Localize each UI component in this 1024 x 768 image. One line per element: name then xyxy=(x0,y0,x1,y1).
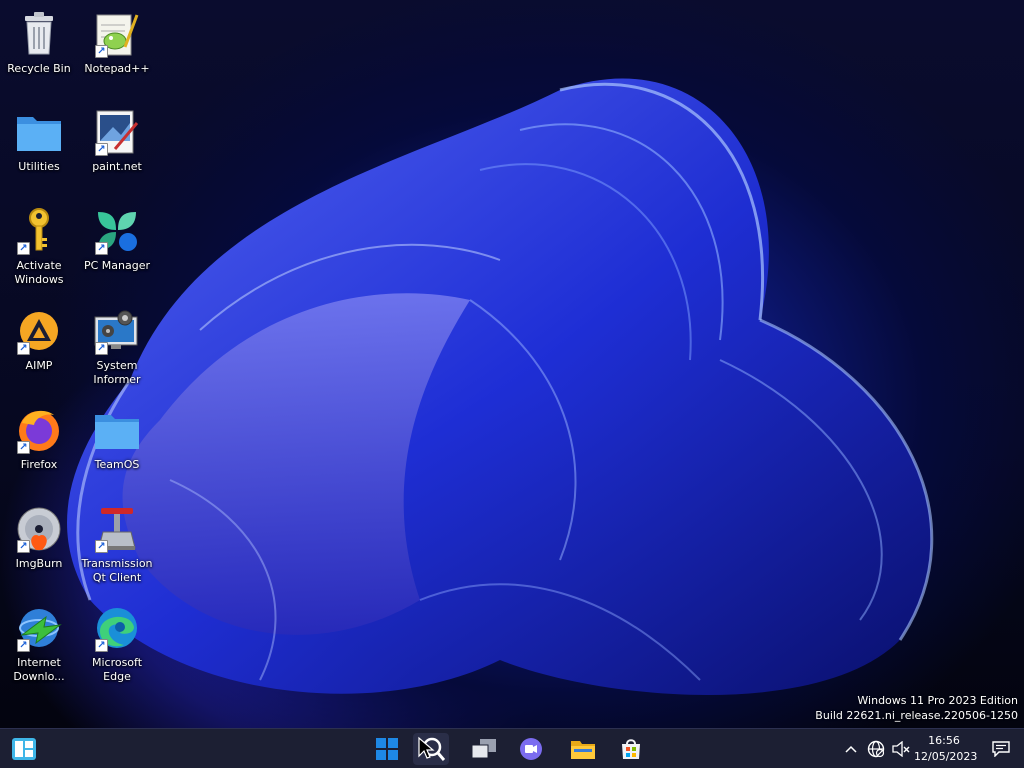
shortcut-arrow-icon: ↗ xyxy=(95,143,108,156)
desktop-icon-imgburn[interactable]: ↗ ImgBurn xyxy=(1,501,77,591)
key-icon: ↗ xyxy=(15,207,63,255)
watermark-edition: Windows 11 Pro 2023 Edition xyxy=(857,694,1018,707)
desktop-icon-teamos[interactable]: TeamOS xyxy=(79,402,155,492)
file-explorer-button[interactable] xyxy=(565,733,601,765)
notification-center-button[interactable] xyxy=(990,737,1012,761)
desktop-icon-activate-windows[interactable]: ↗ Activate Windows xyxy=(1,203,77,293)
microsoft-store-icon xyxy=(622,739,640,759)
internet-download-manager-icon: ↗ xyxy=(15,604,63,652)
shortcut-arrow-icon: ↗ xyxy=(95,342,108,355)
notepad-plus-plus-icon: ↗ xyxy=(93,10,141,58)
desktop-icon-label: TeamOS xyxy=(94,458,140,471)
volume-button[interactable] xyxy=(891,737,911,761)
shortcut-arrow-icon: ↗ xyxy=(17,342,30,355)
pc-manager-icon: ↗ xyxy=(93,207,141,255)
desktop-icon-label: Microsoft Edge xyxy=(91,656,143,683)
notification-icon xyxy=(992,741,1010,757)
desktop-icon-system-informer[interactable]: ↗ System Informer xyxy=(79,303,155,393)
firefox-icon: ↗ xyxy=(15,406,63,454)
chevron-up-icon xyxy=(845,745,857,753)
desktop-icon-label: Notepad++ xyxy=(84,62,150,75)
clock-date: 12/05/2023 xyxy=(914,750,978,763)
aimp-icon: ↗ xyxy=(15,307,63,355)
clock-time: 16:56 xyxy=(928,734,960,747)
desktop-icon-label: Internet Downlo... xyxy=(13,656,65,683)
desktop-icon-label: PC Manager xyxy=(83,259,151,272)
widgets-icon xyxy=(12,738,36,760)
search-icon xyxy=(418,736,445,761)
shortcut-arrow-icon: ↗ xyxy=(95,45,108,58)
network-button[interactable] xyxy=(866,737,886,761)
task-view-button[interactable] xyxy=(466,733,502,765)
start-icon xyxy=(376,738,398,760)
show-hidden-icons-button[interactable] xyxy=(843,737,859,761)
start-button[interactable] xyxy=(369,733,405,765)
chat-button[interactable] xyxy=(513,733,549,765)
desktop-icon-label: ImgBurn xyxy=(15,557,63,570)
volume-muted-icon xyxy=(892,741,910,757)
system-informer-icon: ↗ xyxy=(93,307,141,355)
file-explorer-icon xyxy=(571,741,595,759)
paint-net-icon: ↗ xyxy=(93,108,141,156)
desktop-icon-notepad-plus-plus[interactable]: ↗ Notepad++ xyxy=(79,6,155,96)
folder-icon xyxy=(93,406,141,454)
shortcut-arrow-icon: ↗ xyxy=(17,242,30,255)
network-icon xyxy=(867,740,885,758)
windows-edition-watermark: Windows 11 Pro 2023 Edition Build 22621.… xyxy=(815,693,1018,723)
desktop-icon-label: Utilities xyxy=(18,160,60,173)
desktop-icon-label: Recycle Bin xyxy=(7,62,71,75)
desktop-icon-aimp[interactable]: ↗ AIMP xyxy=(1,303,77,393)
desktop-icon-internet-download-manager[interactable]: ↗ Internet Downlo... xyxy=(1,600,77,690)
shortcut-arrow-icon: ↗ xyxy=(17,441,30,454)
desktop-icon-firefox[interactable]: ↗ Firefox xyxy=(1,402,77,492)
desktop-icon-recycle-bin[interactable]: Recycle Bin xyxy=(1,6,77,96)
shortcut-arrow-icon: ↗ xyxy=(17,639,30,652)
shortcut-arrow-icon: ↗ xyxy=(95,639,108,652)
task-view-icon xyxy=(471,739,496,759)
desktop-icon-transmission[interactable]: ↗ Transmission Qt Client xyxy=(79,501,155,591)
shortcut-arrow-icon: ↗ xyxy=(17,540,30,553)
desktop-icon-microsoft-edge[interactable]: ↗ Microsoft Edge xyxy=(79,600,155,690)
shortcut-arrow-icon: ↗ xyxy=(95,242,108,255)
chat-icon xyxy=(520,738,542,760)
desktop-icon-pc-manager[interactable]: ↗ PC Manager xyxy=(79,203,155,293)
desktop-icon-label: AIMP xyxy=(25,359,53,372)
desktop-icon-label: Activate Windows xyxy=(14,259,64,286)
watermark-build: Build 22621.ni_release.220506-1250 xyxy=(815,709,1018,722)
recycle-bin-icon xyxy=(15,10,63,58)
folder-icon xyxy=(15,108,63,156)
desktop-icon-label: System Informer xyxy=(93,359,141,386)
edge-icon: ↗ xyxy=(93,604,141,652)
desktop-icon-label: Transmission Qt Client xyxy=(81,557,153,584)
taskbar: 16:56 12/05/2023 xyxy=(0,728,1024,768)
imgburn-icon: ↗ xyxy=(15,505,63,553)
desktop-icon-label: Firefox xyxy=(20,458,58,471)
clock[interactable]: 16:56 12/05/2023 xyxy=(914,733,978,765)
search-button[interactable] xyxy=(413,733,449,765)
desktop-icon-label: paint.net xyxy=(92,160,142,173)
widgets-button[interactable] xyxy=(6,733,42,765)
desktop-icon-utilities[interactable]: Utilities xyxy=(1,104,77,194)
transmission-icon: ↗ xyxy=(93,505,141,553)
microsoft-store-button[interactable] xyxy=(613,733,649,765)
shortcut-arrow-icon: ↗ xyxy=(95,540,108,553)
desktop-icon-paint-net[interactable]: ↗ paint.net xyxy=(79,104,155,194)
